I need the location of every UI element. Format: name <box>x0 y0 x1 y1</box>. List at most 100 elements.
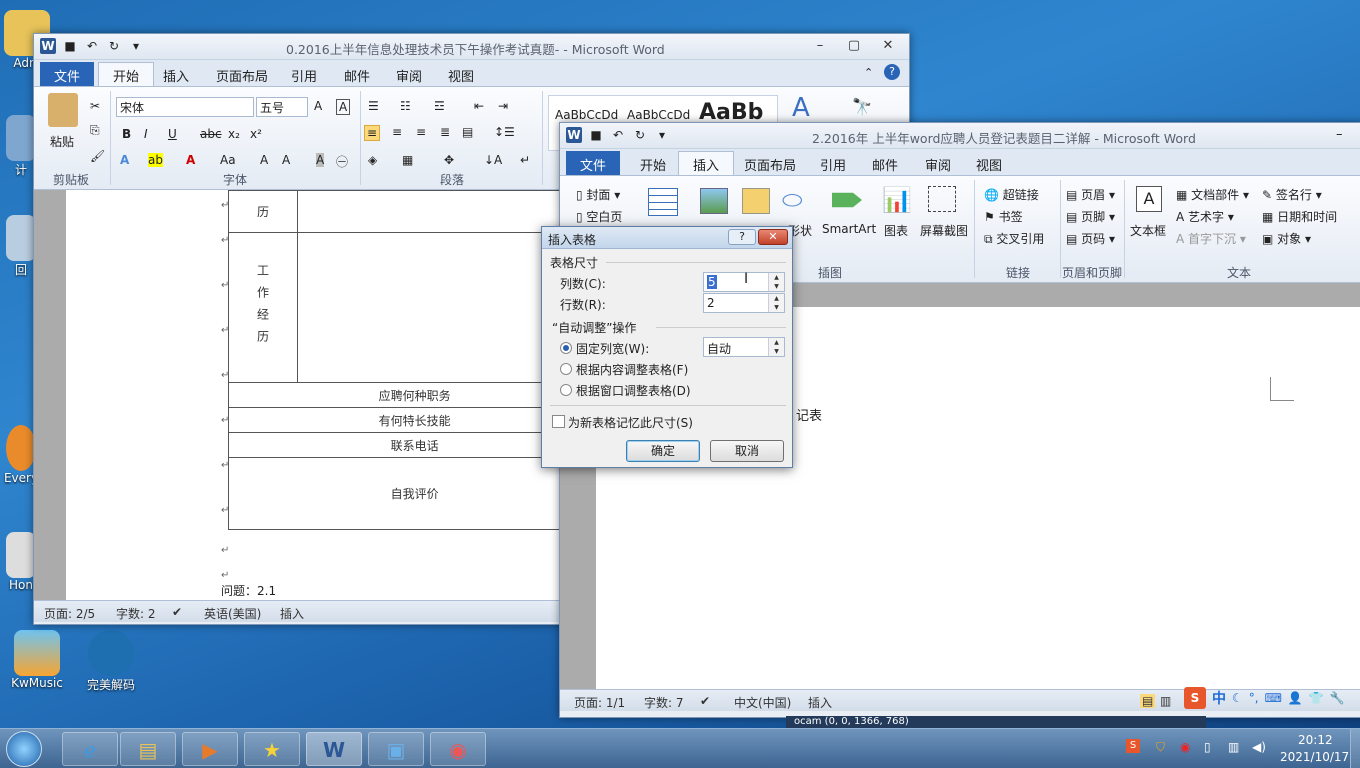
clock-time[interactable]: 20:12 <box>1298 733 1333 747</box>
font-color-icon[interactable]: A <box>186 153 195 167</box>
cancel-button[interactable]: 取消 <box>710 440 784 462</box>
columns-spinner[interactable]: ▲ ▼ <box>768 273 784 291</box>
rows-spinner[interactable]: ▲ ▼ <box>768 294 784 312</box>
style-normal[interactable]: AaBbCcDd <box>555 108 618 122</box>
tab-file[interactable]: 文件 <box>40 62 95 89</box>
desktop-icon-kwmusic[interactable]: KwMusic <box>2 630 72 690</box>
screenshot-icon[interactable] <box>928 186 956 212</box>
clock-date[interactable]: 2021/10/17 <box>1280 750 1349 764</box>
customize-qat-icon[interactable]: ▾ <box>654 127 670 143</box>
footer-button[interactable]: ▤ 页脚 ▾ <box>1066 208 1115 225</box>
cover-page-button[interactable]: ▯ 封面 ▾ <box>576 186 620 203</box>
close-button[interactable]: ✕ <box>875 37 901 55</box>
taskbar-star-app[interactable]: ★ <box>244 732 300 766</box>
undo-icon[interactable]: ↶ <box>610 127 626 143</box>
multilevel-icon[interactable]: ☲ <box>434 99 445 113</box>
wordart-button[interactable]: A 艺术字 ▾ <box>1176 208 1234 225</box>
cut-icon[interactable]: ✂ <box>90 99 100 113</box>
font-size-combo[interactable]: 五号 <box>256 97 308 117</box>
screenshot-label[interactable]: 屏幕截图 <box>920 222 968 239</box>
shapes-icon[interactable]: ⬭ <box>782 186 803 214</box>
clear-format-icon[interactable]: A <box>336 99 351 115</box>
autofit-window-label[interactable]: 根据窗口调整表格(D) <box>576 382 691 399</box>
language-indicator[interactable]: 英语(美国) <box>204 605 261 622</box>
change-case-icon[interactable]: Aa <box>220 153 236 167</box>
smartart-icon[interactable] <box>832 192 862 208</box>
taskbar-ocam[interactable]: ◉ <box>430 732 486 766</box>
keyboard-icon[interactable]: ⌨ <box>1265 691 1282 705</box>
strikethrough-icon[interactable]: abc <box>200 127 222 141</box>
tab-home[interactable]: 开始 <box>628 153 678 176</box>
tray-network-icon[interactable]: ▥ <box>1228 740 1239 754</box>
tools-icon[interactable]: 🔧 <box>1330 691 1345 705</box>
picture-icon[interactable] <box>700 188 728 214</box>
dropcap-button[interactable]: A 首字下沉 ▾ <box>1176 230 1246 247</box>
tab-view[interactable]: 视图 <box>964 153 1014 176</box>
chart-icon[interactable]: 📊 <box>882 186 912 214</box>
sogou-icon[interactable]: S <box>1184 687 1206 709</box>
align-right-icon[interactable]: ≡ <box>416 125 426 139</box>
tab-layout[interactable]: 页面布局 <box>204 64 280 87</box>
tray-volume-icon[interactable]: ◀) <box>1252 740 1266 754</box>
dialog-close-button[interactable]: ✕ <box>758 229 788 245</box>
desktop-icon-potplayer[interactable]: 完美解码 <box>76 630 146 693</box>
chinese-layout-icon[interactable]: ✥ <box>444 153 454 167</box>
superscript-icon[interactable]: x² <box>250 127 262 141</box>
skin-icon[interactable]: 👕 <box>1309 691 1324 705</box>
tray-shield-icon[interactable]: ⛉ <box>1156 740 1165 755</box>
quick-parts-button[interactable]: ▦ 文档部件 ▾ <box>1176 186 1249 203</box>
taskbar-word[interactable]: W <box>306 732 362 766</box>
page-count[interactable]: 页面: 1/1 <box>574 694 625 711</box>
find-icon[interactable]: 🔭 <box>852 97 872 116</box>
highlight-icon[interactable]: ab <box>148 153 163 167</box>
tray-device-icon[interactable]: ▯ <box>1204 740 1211 754</box>
language-indicator[interactable]: 中文(中国) <box>734 694 791 711</box>
start-button[interactable] <box>6 731 42 767</box>
increase-indent-icon[interactable]: ⇥ <box>498 99 508 113</box>
ok-button[interactable]: 确定 <box>626 440 700 462</box>
tab-mailings[interactable]: 邮件 <box>332 64 382 87</box>
taskbar-media[interactable]: ▶ <box>182 732 238 766</box>
redo-icon[interactable]: ↻ <box>106 38 122 54</box>
show-desktop-button[interactable] <box>1350 729 1360 768</box>
taskbar-image-viewer[interactable]: ▣ <box>368 732 424 766</box>
insert-mode[interactable]: 插入 <box>280 605 304 622</box>
reading-layout-icon[interactable]: ▥ <box>1160 694 1171 708</box>
fixed-width-label[interactable]: 固定列宽(W): <box>576 340 649 357</box>
show-marks-icon[interactable]: ↵ <box>520 153 530 167</box>
tray-sogou-icon[interactable]: S <box>1126 739 1140 753</box>
punctuation-icon[interactable]: °, <box>1249 691 1259 705</box>
tab-references[interactable]: 引用 <box>279 64 329 87</box>
ime-mode[interactable]: 中 <box>1212 688 1226 708</box>
ime-toolbar[interactable]: S 中 ☾ °, ⌨ 👤 👕 🔧 <box>1182 686 1360 710</box>
justify-icon[interactable]: ≣ <box>440 125 450 139</box>
dialog-help-button[interactable]: ? <box>728 229 756 245</box>
save-icon[interactable]: ■ <box>588 127 604 143</box>
text-effects-icon[interactable]: A <box>120 153 129 167</box>
fixed-width-spinner[interactable]: ▲ ▼ <box>768 338 784 356</box>
decrease-indent-icon[interactable]: ⇤ <box>474 99 484 113</box>
tab-file[interactable]: 文件 <box>566 151 621 178</box>
borders-icon[interactable]: ▦ <box>402 153 413 167</box>
user-icon[interactable]: 👤 <box>1288 691 1303 705</box>
proofing-icon[interactable]: ✔ <box>172 605 182 619</box>
enclose-char-icon[interactable]: ㊀ <box>336 153 348 170</box>
tab-insert[interactable]: 插入 <box>678 151 735 177</box>
numbering-icon[interactable]: ☷ <box>400 99 411 113</box>
underline-icon[interactable]: U <box>168 127 177 141</box>
autofit-content-radio[interactable] <box>560 363 572 375</box>
collapse-ribbon-icon[interactable]: ⌃ <box>864 66 873 79</box>
customize-qat-icon[interactable]: ▾ <box>128 38 144 54</box>
chart-label[interactable]: 图表 <box>884 222 908 239</box>
save-icon[interactable]: ■ <box>62 38 78 54</box>
tab-review[interactable]: 审阅 <box>384 64 434 87</box>
blank-page-button[interactable]: ▯ 空白页 <box>576 208 622 225</box>
tab-view[interactable]: 视图 <box>436 64 486 87</box>
maximize-button[interactable]: ▢ <box>841 37 867 55</box>
shrink-font-icon[interactable]: A <box>282 153 290 167</box>
page-number-button[interactable]: ▤ 页码 ▾ <box>1066 230 1115 247</box>
undo-icon[interactable]: ↶ <box>84 38 100 54</box>
print-layout-icon[interactable]: ▤ <box>1140 694 1156 708</box>
grow-font-icon[interactable]: A <box>314 99 322 113</box>
date-time-button[interactable]: ▦ 日期和时间 <box>1262 208 1337 225</box>
